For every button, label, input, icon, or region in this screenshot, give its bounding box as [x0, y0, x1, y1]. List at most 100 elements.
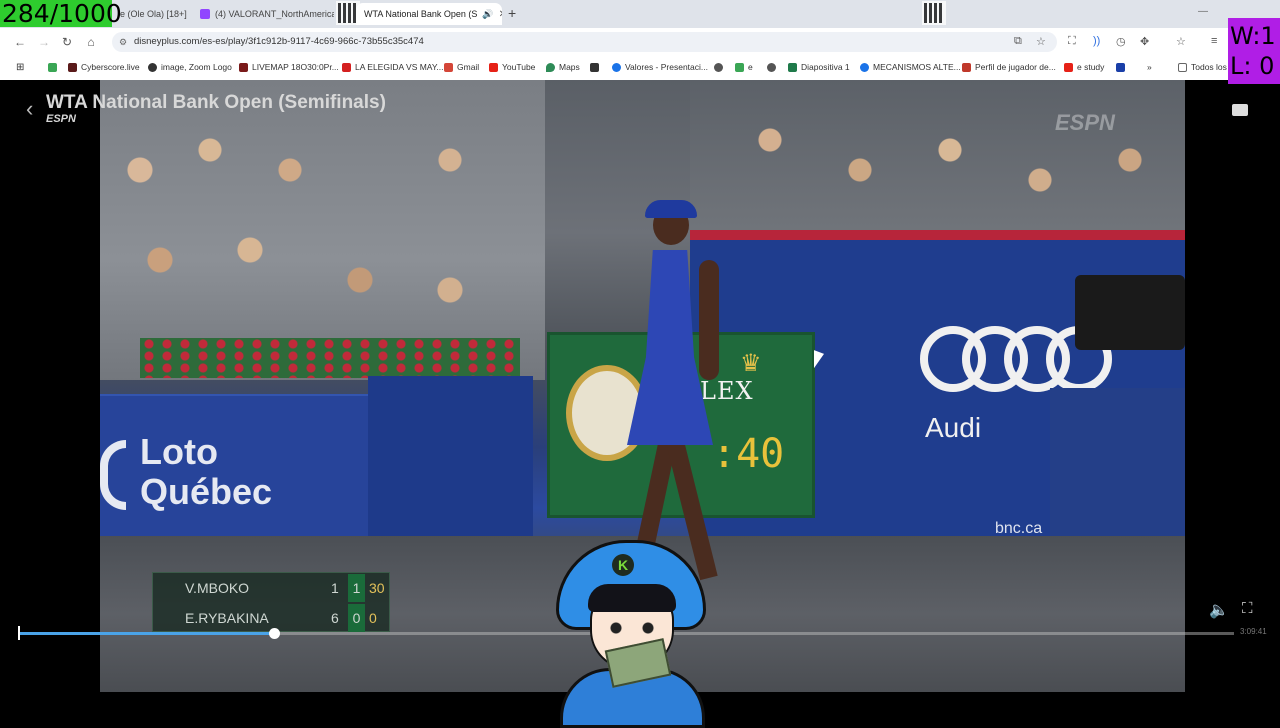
audi-rings-icon [920, 326, 1112, 396]
globe-icon [714, 62, 723, 72]
puzzle-icon [48, 62, 57, 72]
bookmarks-bar: ⊞ Cyberscore.live image, Zoom Logo LIVEM… [0, 56, 1280, 78]
bookmark-item[interactable] [714, 56, 723, 78]
globe-icon [767, 62, 776, 72]
twitch-icon [200, 9, 210, 19]
bookmark-favicon-icon [1116, 62, 1125, 72]
bookmark-favicon-icon [860, 62, 869, 72]
home-icon[interactable]: ⌂ [79, 35, 103, 49]
bookmark-item[interactable]: Cyberscore.live [68, 56, 140, 78]
score-row: V.MBOKO 1 1 30 [153, 574, 391, 602]
tv-camera [1075, 275, 1185, 350]
url-text: disneyplus.com/es-es/play/3f1c912b-9117-… [134, 36, 424, 47]
tab-valorant[interactable]: (4) VALORANT_NorthAmerica - [192, 3, 334, 25]
bookmark-label: e [748, 62, 753, 72]
bookmark-label: Cyberscore.live [81, 62, 140, 72]
speaker-icon[interactable]: 🔊 [482, 9, 493, 20]
bookmark-item[interactable]: Maps [546, 56, 580, 78]
bookmark-label: image, Zoom Logo [161, 62, 232, 72]
subtitles-icon[interactable] [1232, 104, 1248, 116]
video-title: WTA National Bank Open (Semifinals) [46, 92, 386, 113]
stream-counter: 284/1000 [0, 0, 122, 28]
history-icon[interactable]: ◷ [1116, 35, 1126, 48]
bookmark-item[interactable] [590, 56, 599, 78]
bookmark-label: Maps [559, 62, 580, 72]
win-loss-overlay: W:1 L: 0 [1228, 18, 1280, 84]
seek-thumb[interactable] [269, 628, 280, 639]
folder-icon [1178, 62, 1187, 72]
youtube-icon [342, 62, 351, 72]
tab-label: e (Ole Ola) [18+] [120, 9, 187, 19]
sets: 6 [331, 610, 339, 626]
flower-bed [140, 338, 520, 378]
player-name: E.RYBAKINA [185, 610, 269, 626]
bookmark-item[interactable]: Valores - Presentaci... [612, 56, 708, 78]
games: 0 [348, 604, 365, 632]
apps-grid-icon[interactable]: ⊞ [16, 56, 24, 78]
bookmark-item[interactable]: Gmail [444, 56, 479, 78]
bookmark-label: YouTube [502, 62, 536, 72]
tab-wta-active[interactable]: WTA National Bank Open (S 🔊 ✕ [356, 3, 502, 25]
bookmark-item[interactable]: image, Zoom Logo [148, 56, 232, 78]
bookmark-item[interactable]: LA ELEGIDA VS MAY... [342, 56, 444, 78]
close-icon[interactable]: ✕ [499, 9, 502, 20]
bookmark-item[interactable] [1116, 56, 1125, 78]
points: 30 [369, 580, 385, 596]
bookmark-favicon-icon [612, 62, 621, 72]
menu-icon[interactable]: ≡ [1211, 35, 1217, 47]
points: 0 [369, 610, 377, 626]
bookmark-label: Diapositiva 1 [801, 62, 850, 72]
bookmark-item[interactable]: LIVEMAP 18O30:0Pr... [239, 56, 339, 78]
network-logo: ESPN [46, 113, 76, 125]
forward-arrow-icon[interactable]: → [32, 35, 56, 49]
install-app-icon[interactable]: ⧉ [1014, 35, 1022, 48]
bookmark-favicon-icon [590, 62, 599, 72]
maps-pin-icon [546, 62, 555, 72]
bookmark-label: Gmail [457, 62, 480, 72]
sets: 1 [331, 580, 339, 596]
fullscreen-icon[interactable]: ⛶ [1242, 600, 1253, 617]
tab-strip: e (Ole Ola) [18+] ✕ (4) VALORANT_NorthAm… [0, 0, 1280, 28]
reload-icon[interactable]: ↻ [55, 35, 79, 49]
bookmark-item[interactable] [767, 56, 776, 78]
screenshot-icon[interactable]: ⛶ [1068, 35, 1076, 48]
tab-label: (4) VALORANT_NorthAmerica - [215, 9, 334, 19]
games: 1 [348, 574, 365, 602]
bookmark-extension[interactable] [48, 56, 57, 78]
crowd-left [100, 80, 545, 380]
gmail-icon [444, 62, 453, 72]
seek-progress [20, 632, 274, 635]
puzzle-icon [735, 62, 744, 72]
bookmark-star-icon[interactable]: ☆ [1036, 35, 1046, 48]
favorites-icon[interactable]: ☆ [1176, 35, 1186, 48]
qr-code-icon [336, 1, 360, 25]
bookmark-favicon-icon [239, 62, 248, 72]
bookmark-item[interactable]: YouTube [489, 56, 535, 78]
minimize-icon[interactable]: — [1198, 6, 1208, 17]
site-info-icon[interactable]: ⚙ [119, 32, 127, 52]
volume-icon[interactable]: 🔈 [1209, 600, 1229, 620]
seek-start-marker [18, 626, 20, 640]
bookmark-label: LA ELEGIDA VS MAY... [355, 62, 444, 72]
bookmark-favicon-icon [148, 62, 157, 72]
slides-icon [788, 62, 797, 72]
back-chevron-icon[interactable]: ‹ [26, 96, 33, 122]
more-bookmarks-icon[interactable]: » [1147, 56, 1152, 78]
extension-icon[interactable]: )) [1093, 35, 1100, 47]
espn-watermark: ESPN [1055, 110, 1115, 135]
bookmark-item[interactable]: MECANISMOS ALTE... [860, 56, 961, 78]
streamer-avatar: K [548, 540, 713, 728]
bookmark-item[interactable]: e study [1064, 56, 1104, 78]
tab-ole-ola[interactable]: e (Ole Ola) [18+] ✕ [112, 3, 190, 25]
bookmark-item[interactable]: e [735, 56, 753, 78]
extensions-puzzle-icon[interactable]: ✥ [1140, 35, 1149, 48]
bookmark-item[interactable]: Diapositiva 1 [788, 56, 850, 78]
back-arrow-icon[interactable]: ← [8, 35, 32, 49]
bookmark-folder[interactable]: Todos los [1178, 56, 1227, 78]
mouse-cursor-icon [814, 350, 824, 372]
qr-code-icon [922, 1, 946, 25]
new-tab-plus-icon[interactable]: + [508, 5, 516, 21]
bookmark-item[interactable]: Perfil de jugador de... [962, 56, 1056, 78]
address-bar[interactable]: ⚙ disneyplus.com/es-es/play/3f1c912b-911… [112, 32, 1057, 52]
wins-count: W:1 [1230, 22, 1276, 50]
